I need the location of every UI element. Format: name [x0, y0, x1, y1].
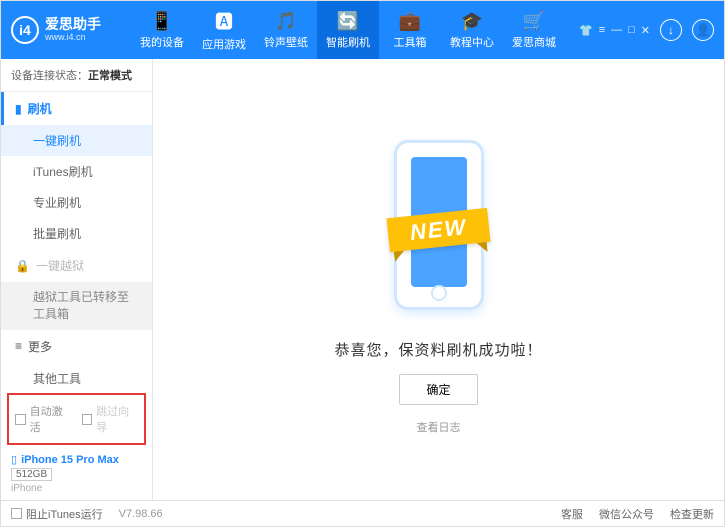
sidebar-item-pro-flash[interactable]: 专业刷机: [1, 187, 152, 218]
device-type: iPhone: [11, 483, 142, 494]
download-button[interactable]: ↓: [660, 19, 682, 41]
device-name: iPhone 15 Pro Max: [21, 454, 119, 466]
tutorial-icon: 🎓: [461, 11, 483, 32]
ok-button[interactable]: 确定: [399, 374, 477, 405]
phone-icon: ▮: [15, 102, 22, 116]
lock-icon: 🔒: [15, 259, 30, 273]
flash-icon: 🔄: [337, 11, 359, 32]
store-icon: 🛒: [523, 11, 545, 32]
options-highlight: 自动激活 跳过向导: [7, 393, 146, 445]
music-icon: 🎵: [275, 11, 297, 32]
toolbox-icon: 💼: [399, 11, 421, 32]
user-button[interactable]: 👤: [692, 19, 714, 41]
sidebar-item-other-tools[interactable]: 其他工具: [1, 363, 152, 387]
nav-ringtones[interactable]: 🎵铃声壁纸: [255, 1, 317, 59]
apps-icon: 🅰: [215, 8, 233, 34]
nav-apps-games[interactable]: 🅰应用游戏: [193, 1, 255, 59]
nav-store[interactable]: 🛒爱思商城: [503, 1, 565, 59]
sidebar-item-itunes-flash[interactable]: iTunes刷机: [1, 156, 152, 187]
top-nav: 📱我的设备 🅰应用游戏 🎵铃声壁纸 🔄智能刷机 💼工具箱 🎓教程中心 🛒爱思商城: [131, 1, 565, 59]
maximize-icon[interactable]: □: [628, 24, 635, 37]
menu-icon[interactable]: ≡: [599, 24, 605, 37]
nav-my-device[interactable]: 📱我的设备: [131, 1, 193, 59]
brand-url: www.i4.cn: [45, 33, 101, 43]
sidebar-item-oneclick-flash[interactable]: 一键刷机: [1, 125, 152, 156]
nav-toolbox[interactable]: 💼工具箱: [379, 1, 441, 59]
more-icon: ≡: [15, 339, 22, 353]
brand-name: 爱思助手: [45, 17, 101, 32]
logo-icon: i4: [11, 16, 39, 44]
footer-link-wechat[interactable]: 微信公众号: [599, 506, 654, 522]
version-label: V7.98.66: [119, 508, 163, 520]
footer-link-support[interactable]: 客服: [561, 506, 583, 522]
shirt-icon[interactable]: 👕: [579, 24, 593, 37]
footer-link-update[interactable]: 检查更新: [670, 506, 714, 522]
window-controls: 👕 ≡ — □ ✕: [579, 24, 650, 37]
sidebar-group-jailbreak: 🔒一键越狱: [1, 249, 152, 282]
device-icon: 📱: [151, 11, 173, 32]
close-icon[interactable]: ✕: [641, 24, 650, 37]
sidebar-group-more[interactable]: ≡更多: [1, 330, 152, 363]
success-illustration: NEW: [364, 125, 514, 325]
nav-tutorials[interactable]: 🎓教程中心: [441, 1, 503, 59]
app-logo: i4 爱思助手 www.i4.cn: [11, 16, 131, 44]
phone-small-icon: ▯: [11, 454, 17, 466]
view-log-link[interactable]: 查看日志: [417, 419, 461, 435]
checkbox-block-itunes[interactable]: 阻止iTunes运行: [11, 506, 103, 522]
checkbox-skip-wizard[interactable]: 跳过向导: [82, 403, 139, 435]
device-status: 设备连接状态：正常模式: [1, 59, 152, 92]
success-message: 恭喜您，保资料刷机成功啦！: [334, 339, 542, 360]
nav-smart-flash[interactable]: 🔄智能刷机: [317, 1, 379, 59]
minimize-icon[interactable]: —: [611, 24, 622, 37]
device-storage: 512GB: [11, 468, 52, 481]
checkbox-auto-activate[interactable]: 自动激活: [15, 403, 72, 435]
sidebar-item-batch-flash[interactable]: 批量刷机: [1, 218, 152, 249]
sidebar-group-flash[interactable]: ▮刷机: [1, 92, 152, 125]
sidebar-jailbreak-info: 越狱工具已转移至工具箱: [1, 282, 152, 330]
device-info: ▯ iPhone 15 Pro Max 512GB iPhone: [1, 447, 152, 500]
